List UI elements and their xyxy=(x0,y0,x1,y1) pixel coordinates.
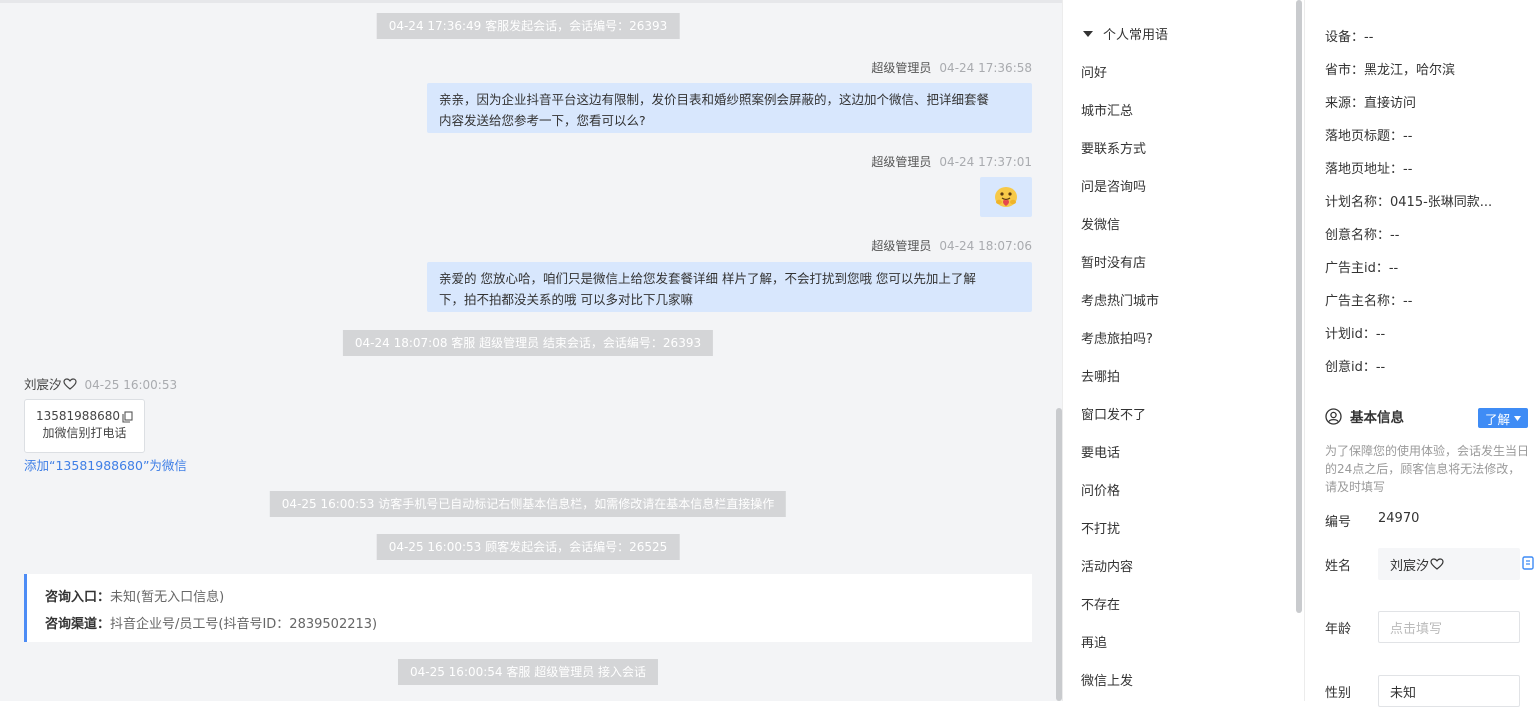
phrase-item[interactable]: 去哪拍 xyxy=(1081,366,1120,385)
phrase-group-header[interactable]: 个人常用语 xyxy=(1083,24,1168,43)
source-row: 创意id：-- xyxy=(1325,360,1386,375)
message-meta: 超级管理员 04-24 18:07:06 xyxy=(871,237,1032,254)
system-message: 04-25 16:00:53 访客手机号已自动标记右侧基本信息栏，如需修改请在基… xyxy=(269,491,787,517)
message-time: 04-25 16:00:53 xyxy=(84,378,178,392)
name-value: 刘宸汐 xyxy=(1390,558,1430,574)
source-row: 计划id：-- xyxy=(1325,327,1386,342)
learn-more-button[interactable]: 了解 xyxy=(1478,408,1528,428)
phrase-item[interactable]: 要电话 xyxy=(1081,442,1120,461)
phrases-scrollbar[interactable] xyxy=(1296,0,1302,613)
hug-emoji-icon xyxy=(995,187,1017,207)
source-row: 落地页标题：-- xyxy=(1325,129,1413,144)
agent-message-bubble: 亲亲，因为企业抖音平台这边有限制，发价目表和婚纱照案例会屏蔽的，这边加个微信、把… xyxy=(427,83,1032,133)
name-field[interactable]: 刘宸汐 xyxy=(1378,548,1520,580)
phrase-item[interactable]: 问是咨询吗 xyxy=(1081,176,1146,195)
phrase-item[interactable]: 窗口发不了 xyxy=(1081,404,1146,423)
gender-value: 未知 xyxy=(1390,685,1417,701)
sender-name: 超级管理员 xyxy=(871,61,932,75)
message-line: 亲爱的 您放心哈，咱们只是微信上给您发套餐详细 样片了解，不会打扰到您哦 您可以… xyxy=(439,271,976,286)
system-message: 04-25 16:00:53 顾客发起会话，会话编号：26525 xyxy=(376,534,680,560)
phrase-group-title: 个人常用语 xyxy=(1103,28,1169,43)
system-message: 04-25 16:00:54 客服 超级管理员 接入会话 xyxy=(397,659,659,685)
gender-label: 性别 xyxy=(1325,686,1352,701)
message-time: 04-24 17:36:58 xyxy=(939,61,1032,75)
source-row: 设备：-- xyxy=(1325,30,1374,45)
source-row: 创意名称：-- xyxy=(1325,228,1400,243)
phrase-item[interactable]: 再追 xyxy=(1081,632,1107,651)
phrase-item[interactable]: 考虑热门城市 xyxy=(1081,290,1159,309)
basic-info-title: 基本信息 xyxy=(1325,406,1404,426)
copy-icon[interactable] xyxy=(122,410,133,423)
chat-panel: 04-24 17:36:49 客服发起会话，会话编号：26393 超级管理员 04… xyxy=(0,0,1062,701)
sender-name: 超级管理员 xyxy=(871,239,932,253)
learn-more-label: 了解 xyxy=(1484,411,1510,427)
source-row: 来源：直接访问 xyxy=(1325,96,1417,111)
consult-channel-row: 咨询渠道：抖音企业号/员工号(抖音号ID：2839502213) xyxy=(45,611,1014,638)
source-row: 计划名称：0415-张琳同款... xyxy=(1325,195,1493,210)
phrase-item[interactable]: 问好 xyxy=(1081,62,1107,81)
edit-notice: 为了保障您的使用体验，会话发生当日的24点之后，顾客信息将无法修改，请及时填写 xyxy=(1325,444,1530,494)
heart-icon xyxy=(1430,558,1444,570)
chat-top-divider xyxy=(0,0,1062,3)
card-phone: 13581988680 xyxy=(36,409,120,423)
agent-message-bubble: 亲爱的 您放心哈，咱们只是微信上给您发套餐详细 样片了解，不会打扰到您哦 您可以… xyxy=(427,262,1032,312)
message-time: 04-24 18:07:06 xyxy=(939,239,1032,253)
age-input[interactable]: 点击填写 xyxy=(1378,611,1520,643)
phrase-item[interactable]: 城市汇总 xyxy=(1081,100,1133,119)
source-row: 广告主id：-- xyxy=(1325,261,1399,276)
system-message: 04-24 17:36:49 客服发起会话，会话编号：26393 xyxy=(376,13,680,39)
source-row: 省市：黑龙江，哈尔滨 xyxy=(1325,63,1456,78)
phrase-item[interactable]: 活动内容 xyxy=(1081,556,1133,575)
message-line: 内容发送给您参考一下，您看可以么? xyxy=(439,113,646,128)
caret-down-icon xyxy=(1083,30,1093,37)
message-time: 04-24 17:37:01 xyxy=(939,155,1032,169)
id-value: 24970 xyxy=(1378,511,1420,526)
add-wechat-link[interactable]: 添加“13581988680”为微信 xyxy=(24,455,187,474)
sender-name: 超级管理员 xyxy=(871,155,932,169)
visitor-contact-card: 13581988680 加微信别打电话 xyxy=(24,399,145,453)
phrase-item[interactable]: 微信上发 xyxy=(1081,670,1133,689)
source-row: 广告主名称：-- xyxy=(1325,294,1413,309)
phrase-item[interactable]: 暂时没有店 xyxy=(1081,252,1146,271)
message-line: 亲亲，因为企业抖音平台这边有限制，发价目表和婚纱照案例会屏蔽的，这边加个微信、把… xyxy=(439,92,990,107)
visitor-name: 刘宸汐 xyxy=(24,377,62,392)
phrase-item[interactable]: 考虑旅拍吗? xyxy=(1081,328,1153,347)
message-meta: 超级管理员 04-24 17:36:58 xyxy=(871,59,1032,76)
system-message: 04-24 18:07:08 客服 超级管理员 结束会话，会话编号：26393 xyxy=(342,330,714,356)
phrase-item[interactable]: 不打扰 xyxy=(1081,518,1120,537)
consult-entry-value: 未知(暂无入口信息) xyxy=(110,590,225,605)
age-label: 年龄 xyxy=(1325,622,1352,637)
consult-entry-label: 咨询入口： xyxy=(45,590,111,605)
visitor-info-panel: 设备：-- 省市：黑龙江，哈尔滨 来源：直接访问 落地页标题：-- 落地页地址：… xyxy=(1304,0,1538,707)
user-icon xyxy=(1325,407,1342,425)
consult-channel-value: 抖音企业号/员工号(抖音号ID：2839502213) xyxy=(110,617,378,632)
consult-channel-label: 咨询渠道： xyxy=(45,617,111,632)
heart-icon xyxy=(62,378,77,390)
card-text: 加微信别打电话 xyxy=(42,426,127,440)
gender-select[interactable]: 未知 xyxy=(1378,675,1520,707)
phrase-item[interactable]: 要联系方式 xyxy=(1081,138,1146,157)
phrase-item[interactable]: 发微信 xyxy=(1081,214,1120,233)
caret-down-icon xyxy=(1514,415,1521,421)
common-phrases-panel: 个人常用语 问好 城市汇总 要联系方式 问是咨询吗 发微信 暂时没有店 考虑热门… xyxy=(1062,0,1304,701)
name-label: 姓名 xyxy=(1325,559,1352,574)
basic-info-title-text: 基本信息 xyxy=(1350,410,1404,426)
consult-info-box: 咨询入口：未知(暂无入口信息) 咨询渠道：抖音企业号/员工号(抖音号ID：283… xyxy=(24,574,1032,642)
agent-emoji-bubble xyxy=(980,177,1032,217)
message-meta: 超级管理员 04-24 17:37:01 xyxy=(871,153,1032,170)
copy-icon[interactable] xyxy=(1522,556,1535,571)
visitor-meta: 刘宸汐 04-25 16:00:53 xyxy=(24,374,177,393)
id-label: 编号 xyxy=(1325,515,1352,530)
phrase-item[interactable]: 不存在 xyxy=(1081,594,1120,613)
age-placeholder: 点击填写 xyxy=(1390,621,1443,637)
consult-entry-row: 咨询入口：未知(暂无入口信息) xyxy=(45,584,1014,611)
phrase-item[interactable]: 问价格 xyxy=(1081,480,1120,499)
card-phone-row: 13581988680 xyxy=(25,408,144,425)
source-row: 落地页地址：-- xyxy=(1325,162,1413,177)
message-line: 下，拍不拍都没关系的哦 可以多对比下几家嘛 xyxy=(439,292,693,307)
